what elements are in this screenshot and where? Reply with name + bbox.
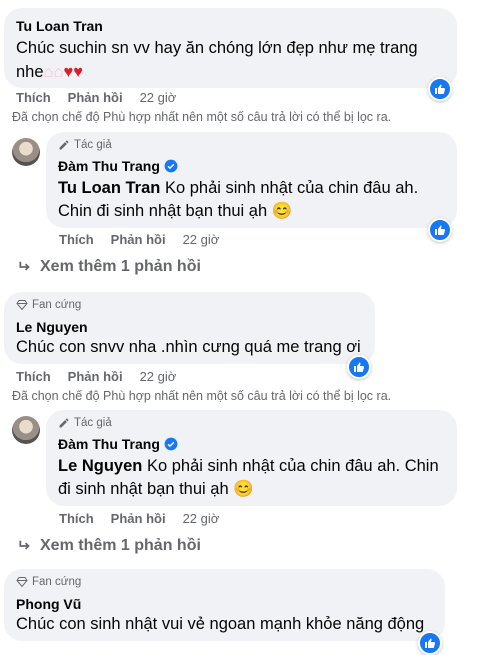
- author-badge: Tác giả: [58, 139, 112, 151]
- comment-author[interactable]: Tu Loan Tran: [16, 18, 103, 34]
- view-more-replies[interactable]: Xem thêm 1 phản hồi: [18, 537, 201, 555]
- comment-actions: Thích Phản hồi 22 giờ: [16, 90, 176, 105]
- filter-note: Đã chọn chế độ Phù hợp nhất nên một số c…: [12, 389, 392, 403]
- comment-bubble: Fan cứng Le Nguyen Chúc con snvv nha .nh…: [4, 292, 375, 364]
- fan-badge: Fan cứng: [16, 299, 81, 311]
- reply-text: Le Nguyen Ko phải sinh nhật của chin đâu…: [58, 457, 439, 475]
- reply-text: Tu Loan Tran Ko phải sinh nhật của chin …: [58, 179, 419, 197]
- like-link[interactable]: Thích: [16, 90, 51, 105]
- pencil-icon: [59, 418, 69, 428]
- verified-icon: [164, 437, 178, 451]
- comment-text: Chúc con snvv nha .nhìn cưng quá me tran…: [16, 338, 361, 356]
- verified-icon: [164, 159, 178, 173]
- reply-link[interactable]: Phản hồi: [111, 232, 166, 247]
- timestamp[interactable]: 22 giờ: [183, 511, 220, 526]
- timestamp[interactable]: 22 giờ: [183, 232, 220, 247]
- comment-text: Chúc con sinh nhật vui vẻ ngoan mạnh khỏ…: [16, 615, 425, 633]
- fan-badge: Fan cứng: [16, 576, 81, 588]
- thumbs-up-icon[interactable]: [428, 77, 452, 101]
- pencil-icon: [59, 140, 69, 150]
- comment-text-line2: nhe⌂⌂♥♥: [16, 63, 84, 81]
- thumbs-up-icon[interactable]: [428, 218, 452, 242]
- mention[interactable]: Tu Loan Tran: [58, 179, 160, 197]
- thumbs-up-icon[interactable]: [418, 631, 442, 655]
- comment-text: Chúc suchin sn vv hay ăn chóng lớn đẹp n…: [16, 39, 418, 57]
- comment-author[interactable]: Phong Vũ: [16, 596, 81, 612]
- reply-arrow-icon: [19, 540, 30, 550]
- thumbs-up-icon[interactable]: [347, 355, 371, 379]
- reply-actions: Thích Phản hồi 22 giờ: [59, 232, 219, 247]
- reply-actions: Thích Phản hồi 22 giờ: [59, 511, 219, 526]
- author-badge: Tác giả: [58, 417, 112, 429]
- smile-emoji-icon: 😊: [271, 202, 293, 220]
- avatar[interactable]: [12, 416, 40, 444]
- reply-text-line2: Chin đi sinh nhật bạn thui ạh 😊: [58, 202, 293, 220]
- like-link[interactable]: Thích: [59, 232, 94, 247]
- filter-note: Đã chọn chế độ Phù hợp nhất nên một số c…: [12, 110, 392, 124]
- reply-bubble: Tác giả Đàm Thu Trang Le Nguyen Ko phải …: [46, 410, 457, 506]
- mention[interactable]: Le Nguyen: [58, 457, 142, 475]
- comment-author[interactable]: Le Nguyen: [16, 319, 88, 335]
- comment-bubble: Tu Loan Tran Chúc suchin sn vv hay ăn ch…: [4, 8, 457, 88]
- avatar[interactable]: [12, 138, 40, 166]
- like-link[interactable]: Thích: [16, 369, 51, 384]
- cake-emoji-icon: ⌂⌂: [43, 63, 64, 81]
- reply-link[interactable]: Phản hồi: [68, 369, 123, 384]
- reply-bubble: Tác giả Đàm Thu Trang Tu Loan Tran Ko ph…: [46, 132, 457, 228]
- reply-link[interactable]: Phản hồi: [68, 90, 123, 105]
- comment-actions: Thích Phản hồi 22 giờ: [16, 369, 176, 384]
- reply-author[interactable]: Đàm Thu Trang: [58, 158, 178, 174]
- timestamp[interactable]: 22 giờ: [140, 369, 177, 384]
- smile-emoji-icon: 😊: [233, 480, 254, 498]
- reply-text-line2: đi sinh nhật bạn thui ạh 😊: [58, 480, 254, 498]
- comment-bubble: Fan cứng Phong Vũ Chúc con sinh nhật vui…: [4, 569, 445, 641]
- reply-author[interactable]: Đàm Thu Trang: [58, 436, 178, 452]
- timestamp[interactable]: 22 giờ: [140, 90, 177, 105]
- diamond-icon: [16, 577, 28, 588]
- reply-link[interactable]: Phản hồi: [111, 511, 166, 526]
- diamond-icon: [16, 300, 28, 311]
- view-more-replies[interactable]: Xem thêm 1 phản hồi: [18, 258, 201, 276]
- heart-emoji-icon: ♥♥: [63, 63, 84, 81]
- reply-arrow-icon: [19, 261, 30, 271]
- like-link[interactable]: Thích: [59, 511, 94, 526]
